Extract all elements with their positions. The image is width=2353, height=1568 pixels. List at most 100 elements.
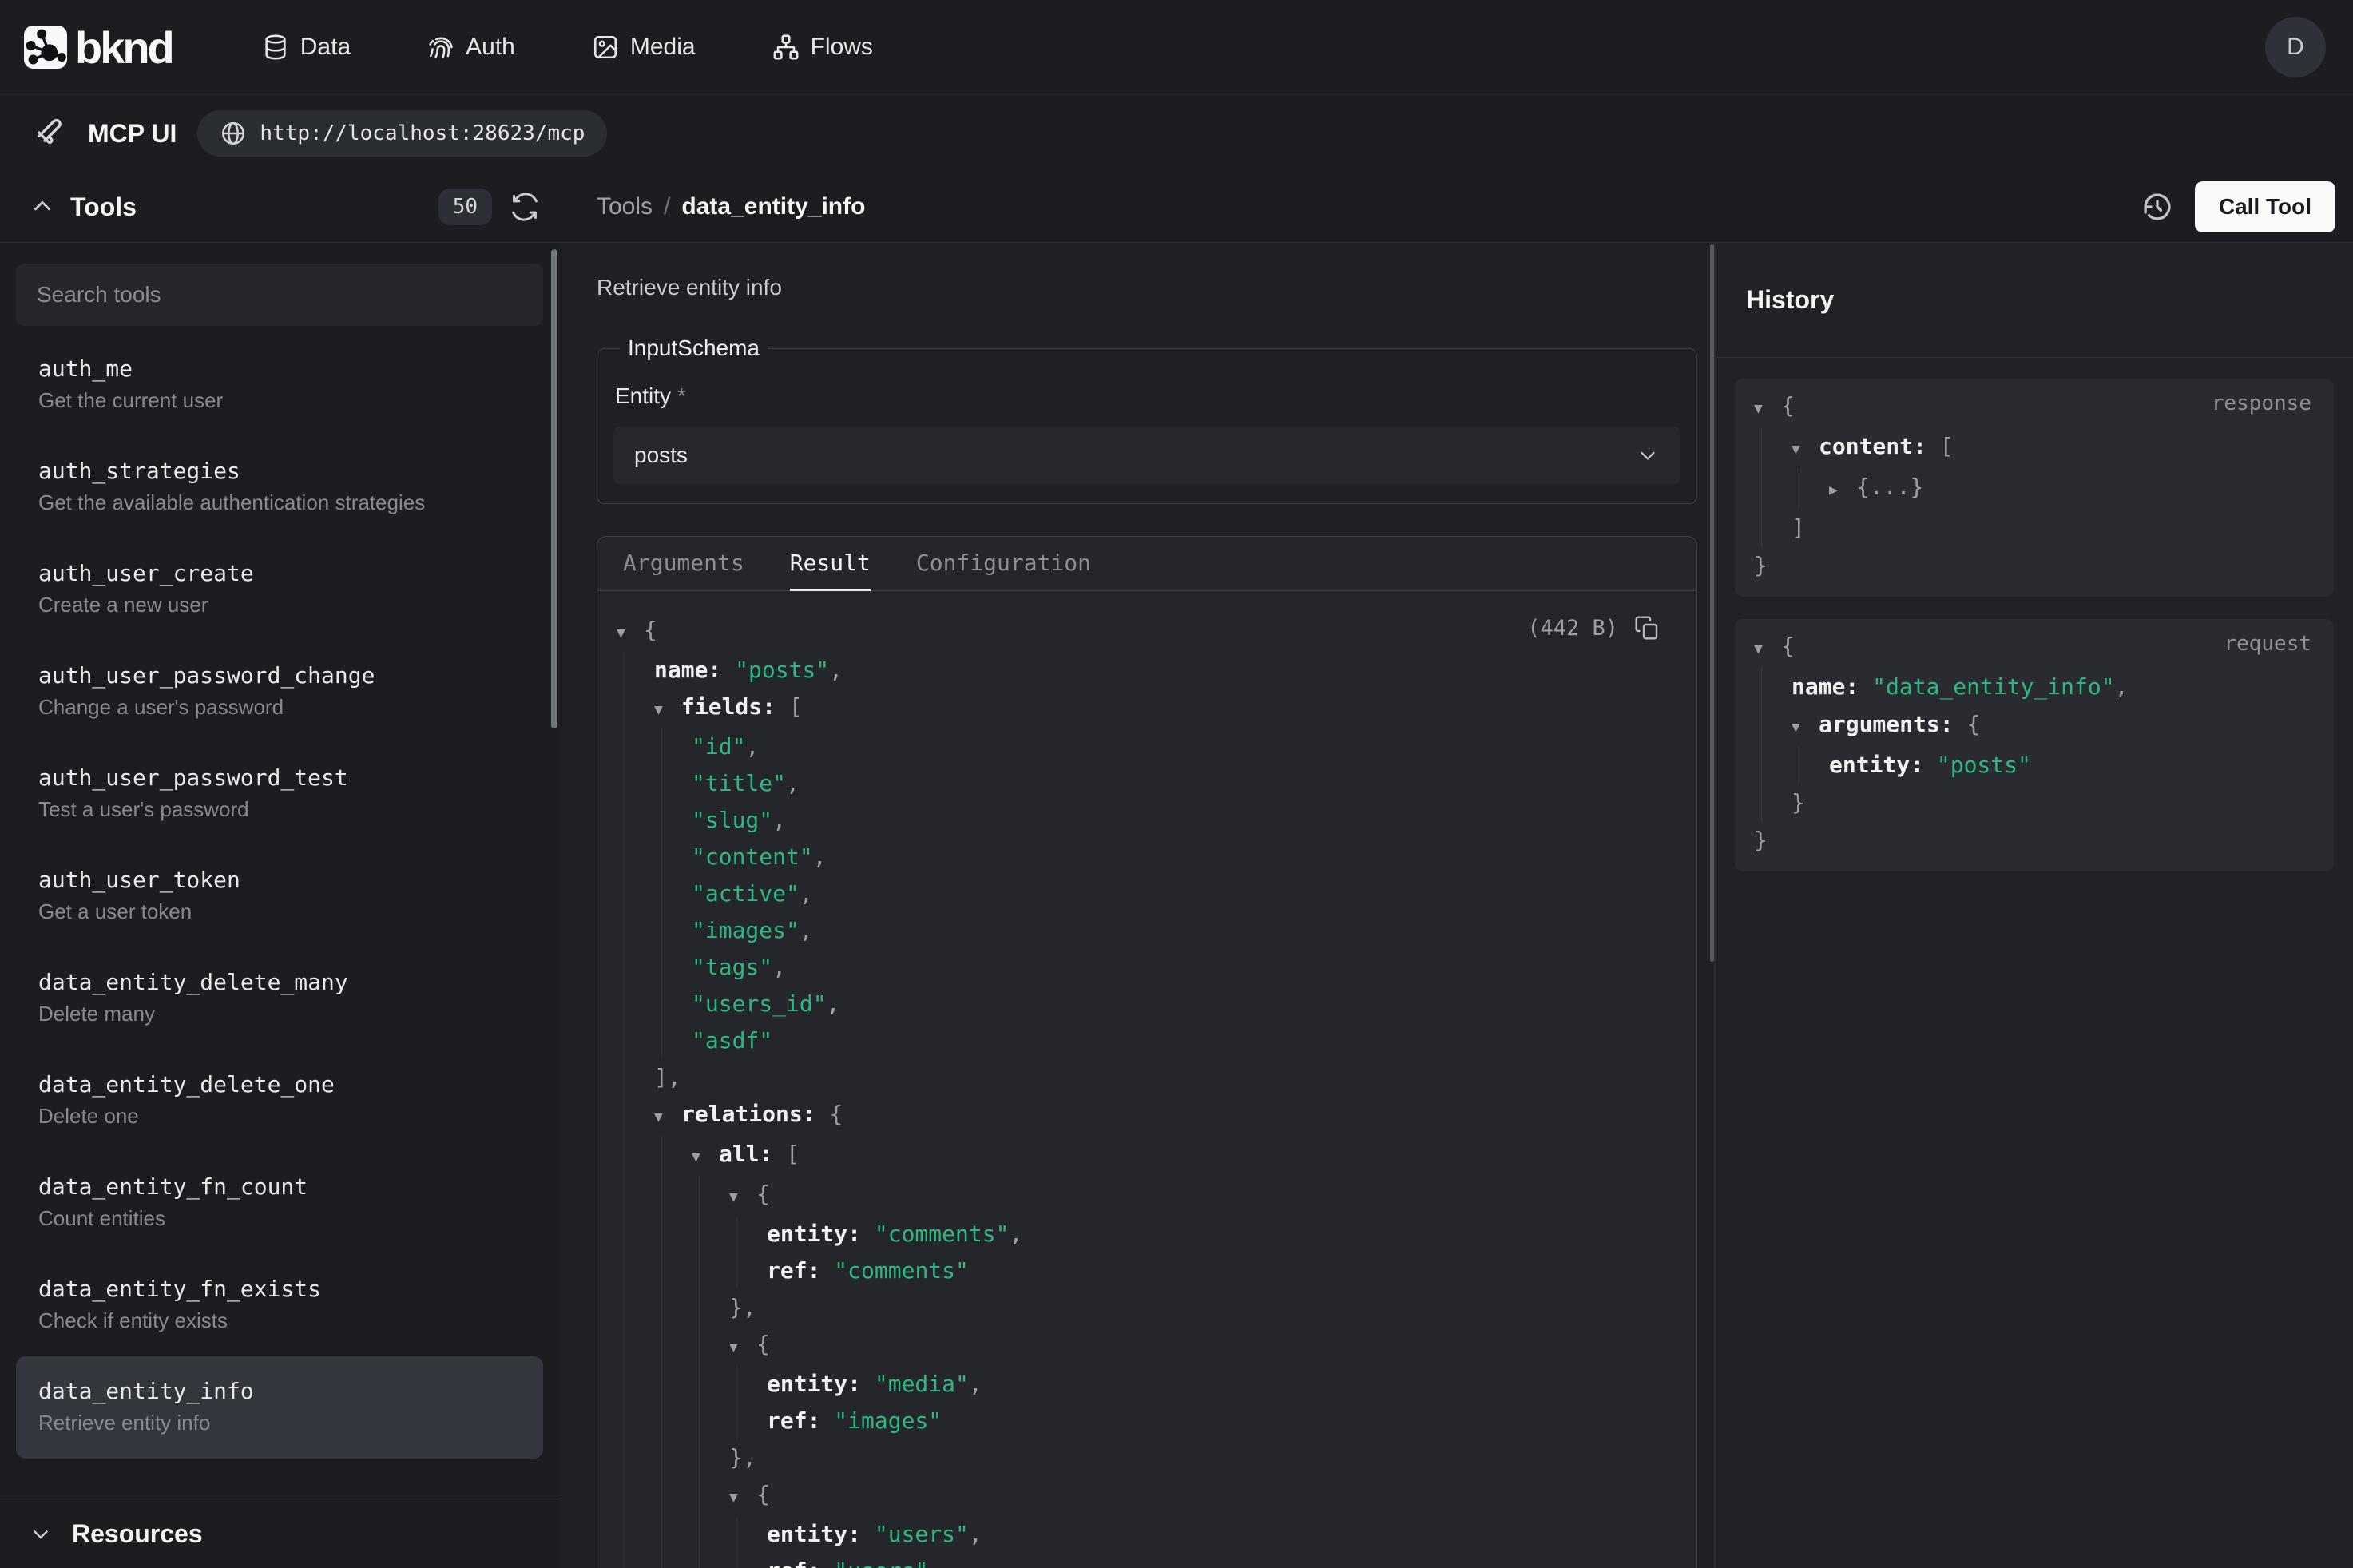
main-nav: Data Auth Media Flows — [262, 34, 873, 61]
history-entry-request[interactable]: request ▼{name: "data_entity_info",▼argu… — [1735, 619, 2334, 871]
entity-select-value: posts — [634, 443, 688, 468]
indent-guide — [624, 728, 661, 765]
image-icon — [592, 34, 619, 61]
tab-arguments[interactable]: Arguments — [623, 537, 744, 591]
tool-list-item[interactable]: auth_user_tokenGet a user token — [16, 845, 543, 947]
json-line: ▶{...} — [1754, 468, 2311, 509]
indent-guide — [661, 1553, 699, 1568]
tools-count-badge: 50 — [438, 189, 492, 225]
indent-guide — [1761, 509, 1799, 546]
brand-logo[interactable]: bknd — [24, 22, 173, 73]
refresh-tools-button[interactable] — [510, 192, 540, 222]
json-line: } — [1754, 546, 2311, 584]
tool-item-description: Get a user token — [38, 895, 521, 927]
sidebar-scrollbar[interactable] — [551, 249, 557, 728]
tool-list-item[interactable]: data_entity_delete_manyDelete many — [16, 947, 543, 1050]
history-entry-response[interactable]: response ▼{▼content: [▶{...}]} — [1735, 379, 2334, 597]
expand-toggle-icon[interactable]: ▼ — [1754, 630, 1781, 668]
tool-item-name: data_entity_delete_one — [38, 1070, 521, 1100]
indent-guide — [624, 1366, 661, 1403]
tool-item-description: Change a user's password — [38, 691, 521, 723]
chevron-down-icon — [1636, 443, 1660, 467]
tool-item-description: Count entities — [38, 1202, 521, 1234]
tool-list-item[interactable]: auth_user_password_changeChange a user's… — [16, 641, 543, 743]
nav-item-auth[interactable]: Auth — [427, 34, 515, 61]
breadcrumb: Tools / data_entity_info — [559, 193, 2141, 220]
indent-guide — [661, 875, 699, 912]
history-entry-label: response — [2212, 391, 2311, 415]
tool-list-item[interactable]: auth_user_createCreate a new user — [16, 538, 543, 641]
indent-guide — [661, 1516, 699, 1553]
json-line: name: "posts", — [617, 652, 1665, 689]
indent-guide — [661, 1176, 699, 1216]
json-line: ▼{ — [617, 1176, 1665, 1216]
indent-guide — [699, 1176, 736, 1216]
indent-guide — [624, 765, 661, 802]
resources-section-toggle[interactable]: Resources — [0, 1499, 559, 1568]
nav-label: Media — [630, 34, 696, 61]
result-meta: (442 B) — [1527, 615, 1660, 641]
json-line: entity: "posts" — [1754, 746, 2311, 784]
copy-button[interactable] — [1634, 615, 1660, 641]
tool-list-item[interactable]: auth_user_password_testTest a user's pas… — [16, 743, 543, 845]
indent-guide — [699, 1516, 736, 1553]
tool-item-name: data_entity_fn_count — [38, 1172, 521, 1202]
breadcrumb-section[interactable]: Tools — [597, 193, 653, 220]
tool-list-item[interactable]: data_entity_fn_countCount entities — [16, 1152, 543, 1254]
indent-guide — [624, 802, 661, 839]
mcp-url-pill[interactable]: http://localhost:28623/mcp — [197, 110, 607, 157]
breadcrumb-tool: data_entity_info — [681, 193, 865, 220]
call-tool-button[interactable]: Call Tool — [2195, 181, 2335, 232]
tool-item-name: data_entity_fn_exists — [38, 1274, 521, 1304]
tab-configuration[interactable]: Configuration — [916, 537, 1091, 591]
tool-item-name: data_entity_delete_many — [38, 967, 521, 998]
indent-guide — [624, 1176, 661, 1216]
expand-toggle-icon[interactable]: ▼ — [617, 615, 644, 652]
indent-guide — [624, 1476, 661, 1516]
expand-toggle-icon[interactable]: ▼ — [1754, 390, 1781, 427]
history-toggle-button[interactable] — [2141, 190, 2174, 224]
indent-guide — [699, 1252, 736, 1289]
nav-item-data[interactable]: Data — [262, 34, 351, 61]
json-line: ] — [1754, 509, 2311, 546]
indent-guide — [661, 1136, 699, 1176]
nav-item-media[interactable]: Media — [592, 34, 696, 61]
breadcrumb-separator: / — [664, 193, 670, 220]
indent-guide — [661, 1439, 699, 1476]
indent-guide — [661, 765, 699, 802]
tools-panel-title: Tools — [70, 193, 137, 222]
json-line: entity: "comments", — [617, 1216, 1665, 1252]
input-schema-fieldset: InputSchema Entity* posts — [597, 335, 1697, 504]
tool-item-name: auth_user_create — [38, 558, 521, 589]
avatar[interactable]: D — [2265, 17, 2326, 77]
tool-list-item[interactable]: auth_meGet the current user — [16, 334, 543, 436]
indent-guide — [661, 1476, 699, 1516]
indent-guide — [1799, 746, 1836, 784]
json-line: }, — [617, 1439, 1665, 1476]
tool-list-item[interactable]: data_entity_delete_oneDelete one — [16, 1050, 543, 1152]
indent-guide — [699, 1403, 736, 1439]
indent-guide — [736, 1216, 774, 1252]
search-input[interactable] — [16, 264, 543, 326]
tool-list-item[interactable]: auth_strategiesGet the available authent… — [16, 436, 543, 538]
indent-guide — [624, 1516, 661, 1553]
history-entry-label: request — [2224, 632, 2311, 656]
tool-list-item[interactable]: data_entity_infoRetrieve entity info — [16, 1356, 543, 1459]
entity-select[interactable]: posts — [613, 427, 1680, 484]
nav-label: Data — [300, 34, 351, 61]
json-line: ▼all: [ — [617, 1136, 1665, 1176]
indent-guide — [736, 1366, 774, 1403]
history-title: History — [1746, 285, 1834, 315]
main-scrollbar[interactable] — [1710, 244, 1714, 962]
indent-guide — [699, 1216, 736, 1252]
nav-item-flows[interactable]: Flows — [772, 34, 873, 61]
indent-guide — [736, 1553, 774, 1568]
indent-guide — [699, 1289, 736, 1326]
indent-guide — [661, 1326, 699, 1366]
indent-guide — [661, 839, 699, 875]
tool-list-item[interactable]: data_entity_fn_existsCheck if entity exi… — [16, 1254, 543, 1356]
chevron-up-icon[interactable] — [29, 193, 56, 220]
tab-result[interactable]: Result — [790, 537, 871, 591]
history-panel: History response ▼{▼content: [▶{...}]} r… — [1716, 243, 2353, 1568]
json-line: } — [1754, 821, 2311, 859]
